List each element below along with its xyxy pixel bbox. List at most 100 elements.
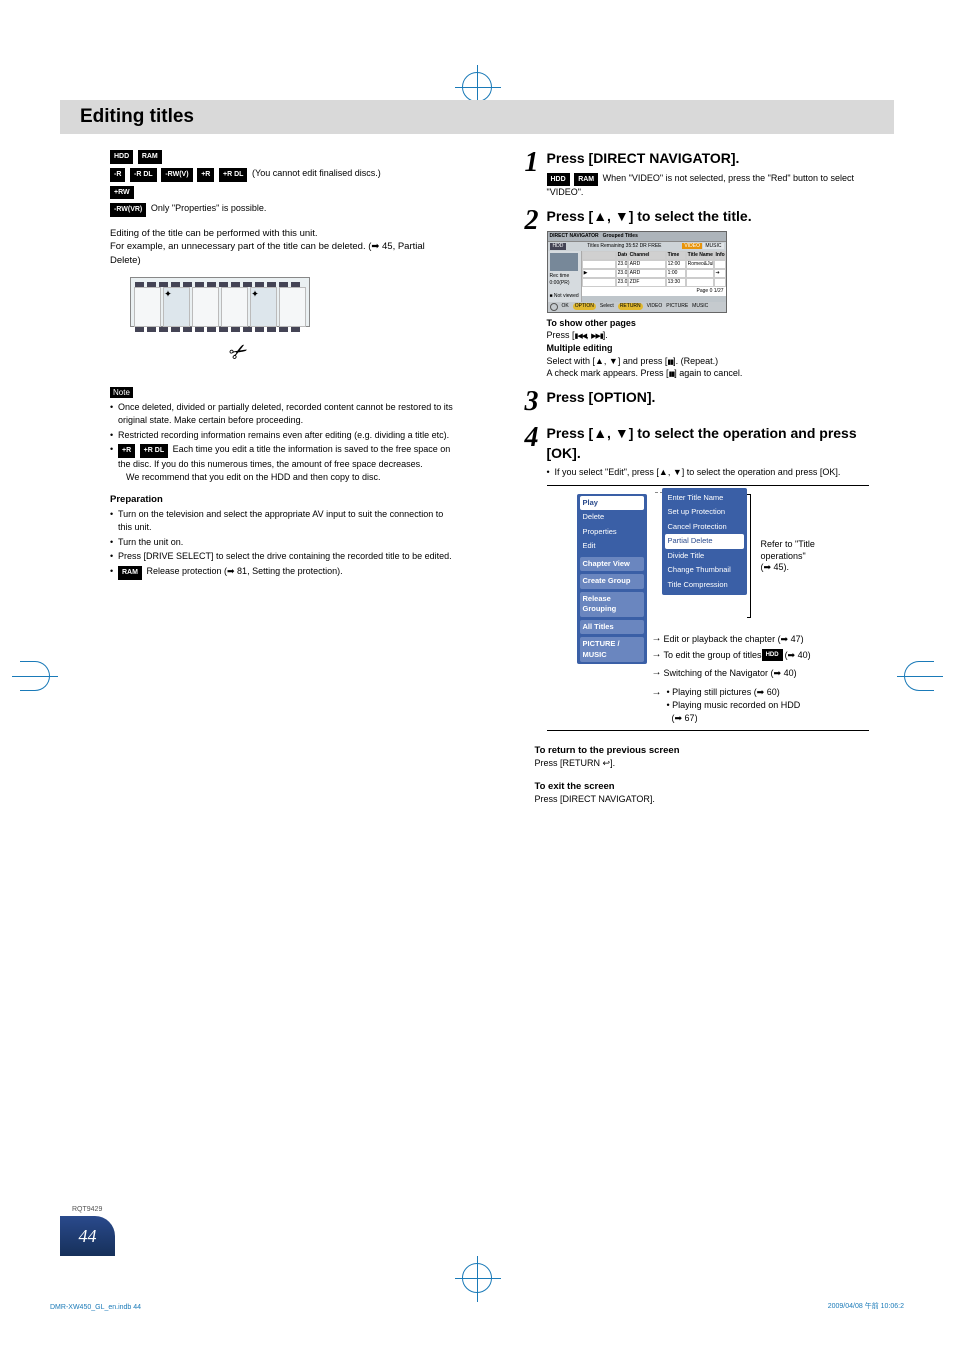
step-3-title: Press [OPTION].	[547, 388, 870, 408]
prep-last-text: Release protection (➡ 81, Setting the pr…	[146, 566, 342, 576]
exit-block: To exit the screen Press [DIRECT NAVIGAT…	[525, 780, 870, 806]
cell: ARD	[628, 269, 666, 278]
col-channel: Channel	[628, 251, 666, 260]
step-number: 1	[525, 149, 547, 177]
crop-mark-bottom	[462, 1263, 492, 1293]
nav-table: Date Channel Time Title Name Info 23.01 …	[582, 251, 726, 287]
step-4-title: Press [▲, ▼] to select the operation and…	[547, 424, 870, 463]
mi-setprot: Set up Protection	[665, 505, 744, 520]
badge-plusr-inline: +R	[118, 444, 135, 458]
next-icon	[591, 330, 603, 340]
mi-chapterview: Chapter View	[580, 557, 644, 572]
prep-item: Turn the unit on.	[110, 536, 455, 549]
opt-menu-right-box: Enter Title Name Set up Protection Cance…	[662, 488, 747, 596]
pic2-text: Playing music recorded on HDD	[672, 700, 800, 710]
crop-mark-left	[20, 661, 50, 691]
mi-changethumb: Change Thumbnail	[665, 563, 744, 578]
nav-ok: OK	[562, 303, 569, 310]
arrow-alltitles: Switching of the Navigator (➡ 40)	[652, 666, 797, 680]
arrow-chapter: Edit or playback the chapter (➡ 47)	[652, 632, 804, 646]
badge-plusrw: +RW	[110, 186, 134, 200]
nav-option: OPTION	[573, 303, 596, 310]
mi-picturemusic: PICTURE / MUSIC	[580, 637, 644, 662]
mi-cancelprot: Cancel Protection	[665, 520, 744, 535]
badge-rdl: -R DL	[130, 168, 157, 182]
prep-item: Press [DRIVE SELECT] to select the drive…	[110, 550, 455, 563]
mi-divide: Divide Title	[665, 549, 744, 564]
arrow-group-post: (➡ 40)	[785, 649, 811, 662]
nav-return: RETURN	[618, 303, 643, 310]
nav-music: MUSIC	[692, 303, 708, 310]
intro-p2: For example, an unnecessary part of the …	[110, 240, 455, 267]
nav-left-label: ■ Not viewed	[550, 293, 579, 300]
step-number: 2	[525, 207, 547, 235]
step-3: 3 Press [OPTION].	[525, 388, 870, 416]
nav-tab-video: VIDEO	[682, 243, 702, 249]
arrow-alltitles-text: Switching of the Navigator (➡ 40)	[664, 667, 797, 680]
pic3-text: (➡ 67)	[672, 713, 698, 723]
filmstrip-illustration: ✦✦ ✂	[130, 277, 350, 377]
nav-left-label: Rec time	[550, 273, 579, 280]
media-badges-row4: -RW(VR) Only "Properties" is possible.	[110, 202, 455, 217]
cell: ▶	[582, 269, 616, 278]
nav-select: Select	[600, 303, 614, 310]
nav-tab-music: MUSIC	[703, 243, 723, 249]
step-1-title: Press [DIRECT NAVIGATOR].	[547, 149, 870, 169]
bracket-line	[747, 494, 751, 618]
option-menu-right: Enter Title Name Set up Protection Cance…	[662, 488, 747, 596]
step-4: 4 Press [▲, ▼] to select the operation a…	[525, 424, 870, 734]
col-date: Date	[616, 251, 628, 260]
prep-item: Turn on the television and select the ap…	[110, 508, 455, 533]
option-menu-diagram: Play Delete Properties Edit Chapter View…	[547, 494, 870, 724]
cell: 23.01	[616, 278, 628, 287]
badge-hdd-arrow: HDD	[762, 649, 783, 661]
col-info: Info	[714, 251, 726, 260]
mi-properties: Properties	[580, 525, 644, 540]
footer-rqt: RQT9429	[72, 1206, 102, 1213]
multi-edit-body2: A check mark appears. Press [] again to …	[547, 367, 870, 380]
mi-alltitles: All Titles	[580, 620, 644, 635]
step-4-sub: If you select "Edit", press [▲, ▼] to se…	[547, 466, 870, 479]
badge-plusrdl-inline: +R DL	[140, 444, 168, 458]
exit-head: To exit the screen	[535, 780, 870, 793]
nav-page: Page 0 1/27	[582, 287, 726, 296]
mi-partialdel: Partial Delete	[665, 534, 744, 549]
nav-thumb	[550, 253, 578, 271]
step-2-title: Press [▲, ▼] to select the title.	[547, 207, 870, 227]
left-column: HDD RAM -R -R DL -RW(V) +R +R DL (You ca…	[60, 149, 480, 806]
arrow-picmusic	[652, 686, 664, 700]
badge-ram-s1: RAM	[574, 173, 598, 187]
cell: Romeo&Juliet (130x87pt)	[686, 260, 714, 269]
mi-play: Play	[580, 496, 644, 511]
show-pages-head: To show other pages	[547, 317, 870, 330]
arrow-group: To edit the group of titles HDD (➡ 40)	[652, 648, 811, 662]
arrow-group-pre: To edit the group of titles	[664, 649, 762, 662]
option-menu-left: Play Delete Properties Edit Chapter View…	[577, 494, 647, 665]
badge-rwvr: -RW(VR)	[110, 203, 146, 217]
note3-sub: We recommend that you edit on the HDD an…	[118, 471, 455, 484]
step-4-subtext: If you select "Edit", press [▲, ▼] to se…	[547, 466, 870, 479]
badge-ram: RAM	[138, 150, 162, 164]
nav-remaining: Titles Remaining 35:52 DR FREE	[587, 243, 661, 250]
nav-subtitle: Grouped Titles	[603, 233, 638, 240]
arrow-chapter-text: Edit or playback the chapter (➡ 47)	[664, 633, 804, 646]
badge-ram-inline: RAM	[118, 566, 142, 580]
prep-list: Turn on the television and select the ap…	[110, 508, 455, 579]
crop-mark-right	[904, 661, 934, 691]
divider	[547, 485, 870, 486]
two-column-layout: HDD RAM -R -R DL -RW(V) +R +R DL (You ca…	[60, 149, 894, 806]
badge-hdd-s1: HDD	[547, 173, 570, 187]
cell	[714, 278, 726, 287]
nav-hdd: HDD	[550, 243, 567, 250]
cell: 23.01	[616, 260, 628, 269]
mi-releasegrouping: Release Grouping	[580, 592, 644, 617]
step-1-body: HDD RAM When "VIDEO" is not selected, pr…	[547, 172, 870, 199]
note-item: +R +R DL Each time you edit a title the …	[110, 443, 455, 483]
cell: ZDF	[628, 278, 666, 287]
prev-icon	[575, 330, 587, 340]
nav-left-label: 0:00(PR)	[550, 280, 579, 287]
step-number: 4	[525, 424, 547, 452]
cell: ARD	[628, 260, 666, 269]
pic1-text: Playing still pictures (➡ 60)	[672, 687, 780, 697]
intro-p1: Editing of the title can be performed wi…	[110, 227, 455, 240]
